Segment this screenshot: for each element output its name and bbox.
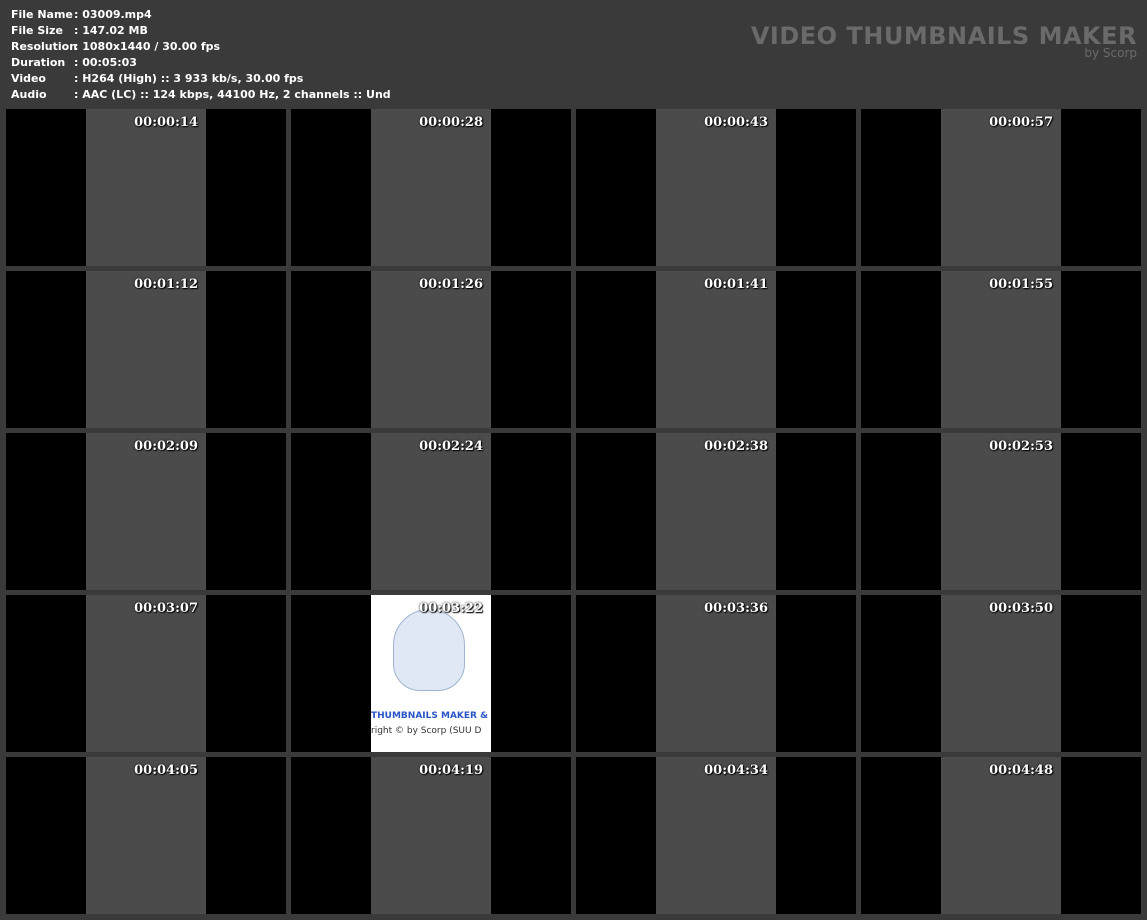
info-label: Audio — [11, 88, 47, 101]
timestamp: 00:01:26 — [419, 277, 483, 292]
info-label: Duration — [11, 56, 66, 69]
thumbnail: 00:02:24 — [291, 433, 571, 590]
timestamp: 00:04:19 — [419, 763, 483, 778]
timestamp: 00:04:34 — [704, 763, 768, 778]
thumbnail: 00:02:53 — [861, 433, 1141, 590]
frame-placeholder — [656, 109, 776, 266]
timestamp: 00:03:22 — [419, 601, 483, 616]
info-value: : 147.02 MB — [74, 24, 148, 37]
info-row: Video : H264 (High) :: 3 933 kb/s, 30.00 … — [11, 71, 391, 87]
thumbnail: 00:03:36 — [576, 595, 856, 752]
frame-placeholder — [371, 271, 491, 428]
info-label: Resolution — [11, 40, 78, 53]
frame-placeholder — [86, 595, 206, 752]
info-row: Audio : AAC (LC) :: 124 kbps, 44100 Hz, 2… — [11, 87, 391, 103]
timestamp: 00:04:48 — [989, 763, 1053, 778]
thumbnail: 00:01:55 — [861, 271, 1141, 428]
thumbnail-grid: 00:00:14 00:00:28 00:00:43 00:00:57 00:01:12… — [6, 109, 1141, 914]
file-info: File Name: 03009.mp4 File Size: 147.02 MB… — [11, 7, 391, 103]
owl-logo-icon — [393, 609, 465, 691]
timestamp: 00:02:09 — [134, 439, 198, 454]
frame-placeholder — [86, 271, 206, 428]
timestamp: 00:00:43 — [704, 115, 768, 130]
frame-placeholder — [656, 757, 776, 914]
thumbnail: 00:04:48 — [861, 757, 1141, 914]
frame-placeholder — [371, 109, 491, 266]
thumbnail: 00:04:34 — [576, 757, 856, 914]
frame-placeholder — [86, 757, 206, 914]
thumbnail: 00:00:43 — [576, 109, 856, 266]
thumbnail: 00:02:09 — [6, 433, 286, 590]
frame-placeholder — [656, 271, 776, 428]
timestamp: 00:00:57 — [989, 115, 1053, 130]
frame-placeholder — [86, 433, 206, 590]
info-value: : 03009.mp4 — [74, 8, 152, 21]
thumbnail: 00:01:26 — [291, 271, 571, 428]
thumbnail: 00:00:14 — [6, 109, 286, 266]
thumbnail: 00:02:38 — [576, 433, 856, 590]
timestamp: 00:01:41 — [704, 277, 768, 292]
timestamp: 00:02:38 — [704, 439, 768, 454]
frame-placeholder — [941, 433, 1061, 590]
info-row: Resolution: 1080x1440 / 30.00 fps — [11, 39, 391, 55]
brand-watermark: VIDEO THUMBNAILS MAKER by Scorp — [751, 22, 1137, 60]
frame-placeholder — [656, 433, 776, 590]
frame-placeholder — [371, 433, 491, 590]
info-label: File Name — [11, 8, 73, 21]
frame-placeholder — [941, 271, 1061, 428]
timestamp: 00:00:28 — [419, 115, 483, 130]
frame-placeholder — [656, 595, 776, 752]
info-value: : 00:05:03 — [74, 56, 137, 69]
frame-placeholder — [86, 109, 206, 266]
thumbnail: 00:03:50 — [861, 595, 1141, 752]
timestamp: 00:02:53 — [989, 439, 1053, 454]
frame-placeholder — [941, 757, 1061, 914]
frame-placeholder — [941, 595, 1061, 752]
thumbnail: 00:00:57 — [861, 109, 1141, 266]
logo-frame: THUMBNAILS MAKER & A right © by Scorp (SU… — [371, 595, 491, 752]
logo-copyright: right © by Scorp (SUU D — [371, 726, 482, 736]
brand-title: VIDEO THUMBNAILS MAKER — [750, 22, 1137, 50]
timestamp: 00:03:36 — [704, 601, 768, 616]
info-row: Duration : 00:05:03 — [11, 55, 391, 71]
thumbnail: 00:01:12 — [6, 271, 286, 428]
info-label: Video — [11, 72, 46, 85]
info-value: : 1080x1440 / 30.00 fps — [74, 40, 221, 53]
frame-placeholder — [941, 109, 1061, 266]
timestamp: 00:02:24 — [419, 439, 483, 454]
thumbnail: 00:03:07 — [6, 595, 286, 752]
info-value: : AAC (LC) :: 124 kbps, 44100 Hz, 2 chan… — [74, 88, 391, 101]
timestamp: 00:01:55 — [989, 277, 1053, 292]
info-row: File Size : 147.02 MB — [11, 23, 391, 39]
info-label: File Size — [11, 24, 63, 37]
thumbnail: 00:04:05 — [6, 757, 286, 914]
thumbnail: 00:00:28 — [291, 109, 571, 266]
logo-text: THUMBNAILS MAKER & A — [371, 711, 491, 721]
timestamp: 00:04:05 — [134, 763, 198, 778]
thumbnail: THUMBNAILS MAKER & A right © by Scorp (SU… — [291, 595, 571, 752]
info-row: File Name: 03009.mp4 — [11, 7, 391, 23]
timestamp: 00:00:14 — [134, 115, 198, 130]
thumbnail: 00:04:19 — [291, 757, 571, 914]
timestamp: 00:03:50 — [989, 601, 1053, 616]
info-value: : H264 (High) :: 3 933 kb/s, 30.00 fps — [74, 72, 304, 85]
thumbnail: 00:01:41 — [576, 271, 856, 428]
frame-placeholder — [371, 757, 491, 914]
timestamp: 00:01:12 — [134, 277, 198, 292]
timestamp: 00:03:07 — [134, 601, 198, 616]
